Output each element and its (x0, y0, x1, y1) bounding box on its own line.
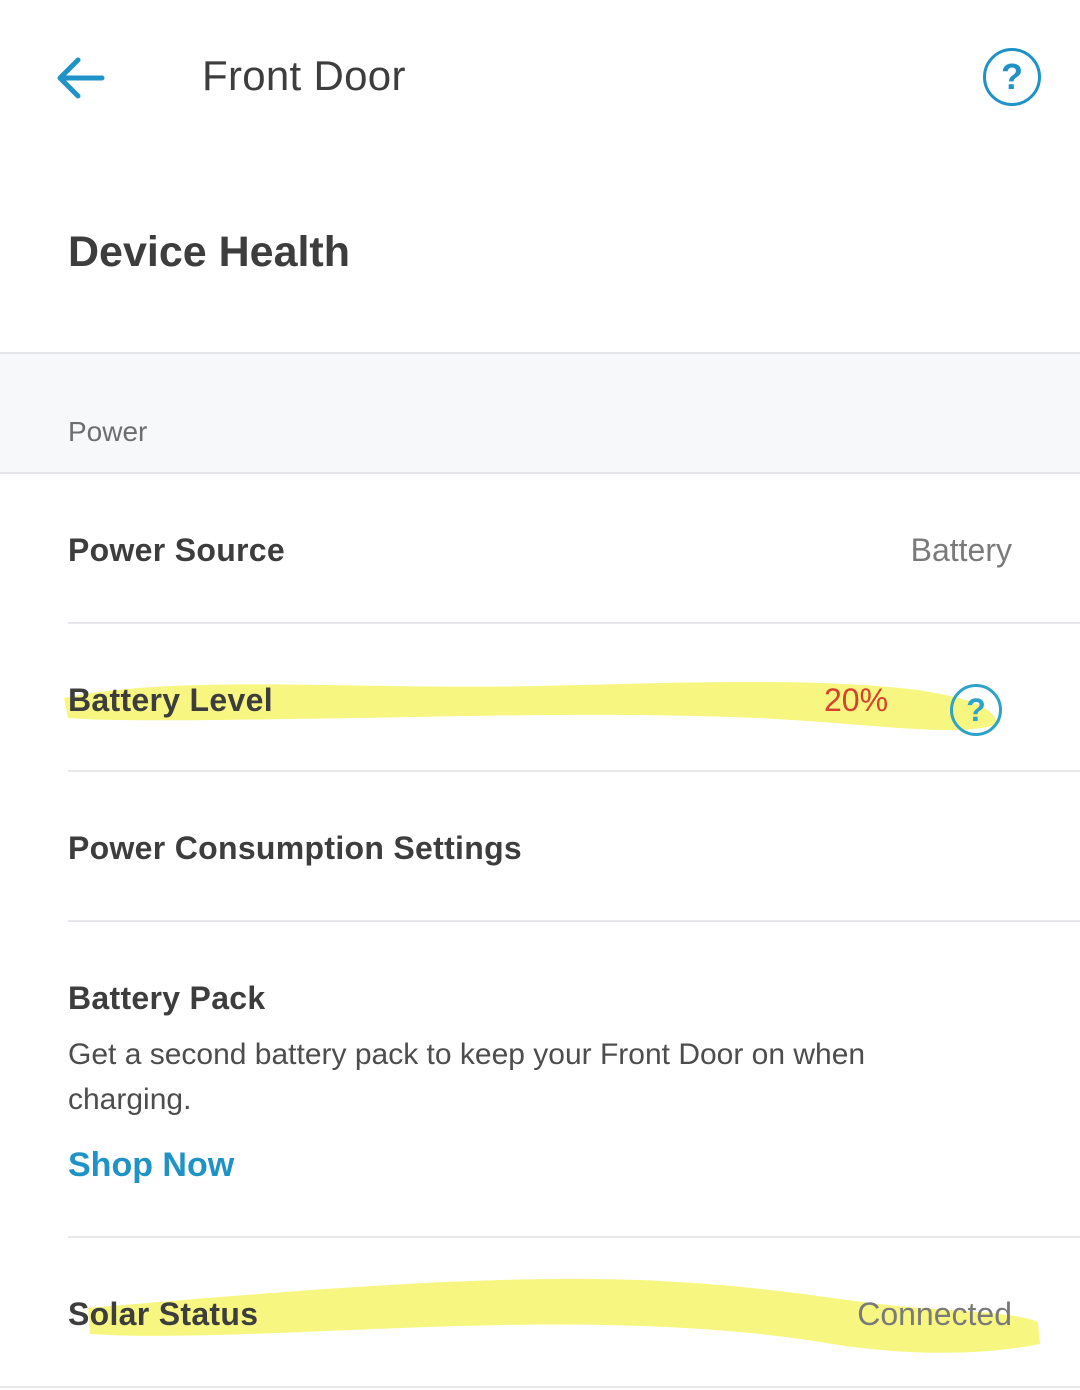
battery-pack-row: Battery Pack Get a second battery pack t… (0, 922, 1080, 1236)
power-source-label: Power Source (68, 532, 286, 568)
help-button[interactable]: ? (983, 48, 1041, 106)
divider (0, 1386, 1080, 1388)
battery-pack-label: Battery Pack (68, 980, 266, 1016)
question-circle-icon: ? (1001, 56, 1023, 97)
battery-pack-description: Get a second battery pack to keep your F… (68, 1038, 866, 1116)
shop-now-link[interactable]: Shop Now (68, 1146, 234, 1185)
battery-help-button[interactable]: ? (950, 684, 1002, 736)
arrow-left-icon (57, 57, 105, 99)
battery-level-row[interactable]: Battery Level 20% ? (0, 624, 1080, 770)
section-label: Power (68, 416, 148, 447)
solar-status-label: Solar Status (68, 1296, 259, 1332)
solar-status-row[interactable]: Solar Status Connected (0, 1238, 1080, 1390)
back-button[interactable] (50, 48, 110, 108)
battery-level-label: Battery Level (68, 682, 273, 718)
battery-level-value: 20% (824, 682, 889, 718)
section-header (0, 352, 1080, 474)
power-consumption-label: Power Consumption Settings (68, 830, 523, 866)
power-source-row[interactable]: Power Source Battery (0, 476, 1080, 622)
question-circle-icon: ? (966, 691, 986, 728)
solar-status-value: Connected (857, 1296, 1012, 1332)
power-consumption-row[interactable]: Power Consumption Settings (0, 772, 1080, 920)
page-title: Front Door (202, 52, 406, 99)
power-source-value: Battery (910, 532, 1012, 568)
page-heading: Device Health (68, 228, 351, 276)
